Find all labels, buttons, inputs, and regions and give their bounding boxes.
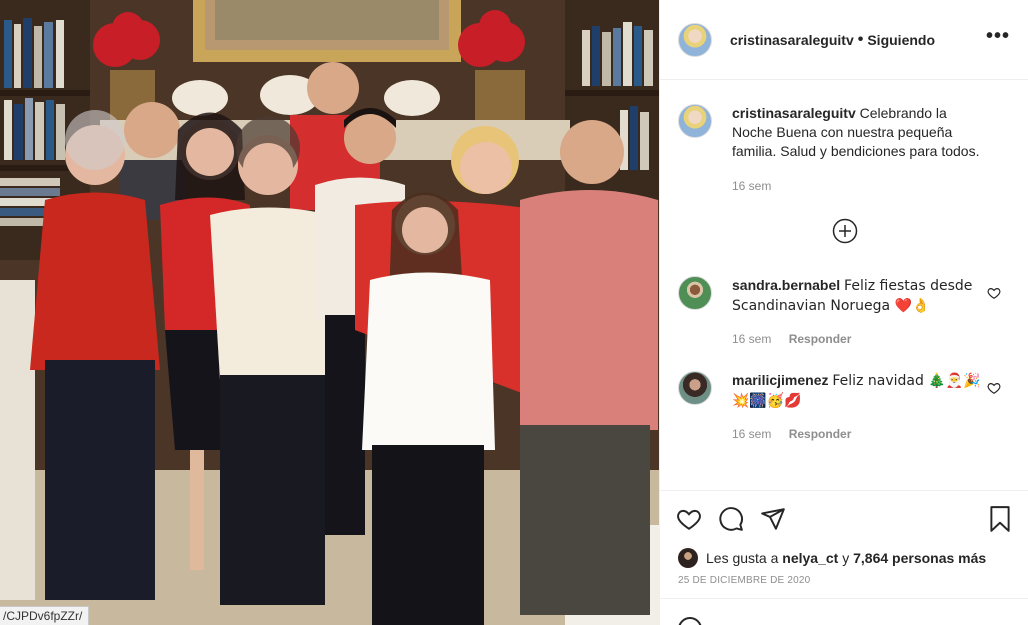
- author-username[interactable]: cristinasaraleguitv: [730, 32, 854, 48]
- comment-username[interactable]: marilicjimenez: [732, 372, 829, 388]
- bookmark-icon[interactable]: [987, 505, 1013, 533]
- comment-like-icon[interactable]: [987, 286, 1001, 300]
- add-comment-bar[interactable]: [660, 598, 1028, 625]
- comment-time[interactable]: 16 sem: [732, 427, 771, 441]
- post-actions: Les gusta a nelya_ct y 7,864 personas má…: [660, 490, 1028, 586]
- comment-username[interactable]: sandra.bernabel: [732, 277, 840, 293]
- likes-prefix: Les gusta a: [706, 550, 779, 566]
- share-icon[interactable]: [760, 506, 786, 532]
- reply-button[interactable]: Responder: [789, 427, 852, 441]
- commenter-avatar[interactable]: [678, 371, 712, 405]
- more-options-icon[interactable]: •••: [986, 26, 1010, 49]
- comment-item: sandra.bernabel Feliz fiestas desde Scan…: [660, 276, 1028, 349]
- caption-username[interactable]: cristinasaraleguitv: [732, 105, 856, 121]
- post-photo[interactable]: /CJPDv6fpZZr/: [0, 0, 659, 625]
- family-photo-illustration: [0, 0, 659, 625]
- caption-time[interactable]: 16 sem: [732, 179, 771, 193]
- liker-username[interactable]: nelya_ct: [782, 550, 838, 566]
- comment-time[interactable]: 16 sem: [732, 332, 771, 346]
- emoji-smile-icon[interactable]: [678, 617, 702, 625]
- caption: cristinasaraleguitv Celebrando la Noche …: [660, 80, 1028, 196]
- likes-summary: Les gusta a nelya_ct y 7,864 personas má…: [660, 547, 1028, 569]
- post-header: cristinasaraleguitv • Siguiendo •••: [660, 0, 1028, 80]
- load-more-comments[interactable]: [660, 218, 1028, 246]
- caption-author-avatar[interactable]: [678, 104, 712, 138]
- likes-connector: y: [842, 550, 850, 566]
- link-url-tooltip: /CJPDv6fpZZr/: [0, 606, 90, 625]
- author-avatar[interactable]: [678, 22, 712, 57]
- comment-icon[interactable]: [718, 506, 744, 532]
- plus-circle-icon[interactable]: [832, 218, 858, 244]
- comments-section[interactable]: cristinasaraleguitv Celebrando la Noche …: [660, 80, 1028, 490]
- liker-avatar[interactable]: [678, 548, 698, 568]
- comment-item: marilicjimenez Feliz navidad 🎄🎅🎉💥🎆🥳💋 16 …: [660, 371, 1028, 444]
- follow-status-button[interactable]: Siguiendo: [867, 32, 935, 48]
- heart-icon[interactable]: [676, 506, 702, 532]
- post-side-panel: cristinasaraleguitv • Siguiendo ••• cris…: [659, 0, 1028, 625]
- comment-like-icon[interactable]: [987, 381, 1001, 395]
- reply-button[interactable]: Responder: [789, 332, 852, 346]
- likes-count[interactable]: 7,864 personas más: [853, 550, 986, 566]
- post-date[interactable]: 25 DE DICIEMBRE DE 2020: [660, 575, 1028, 586]
- header-separator: •: [857, 30, 864, 48]
- commenter-avatar[interactable]: [678, 276, 712, 310]
